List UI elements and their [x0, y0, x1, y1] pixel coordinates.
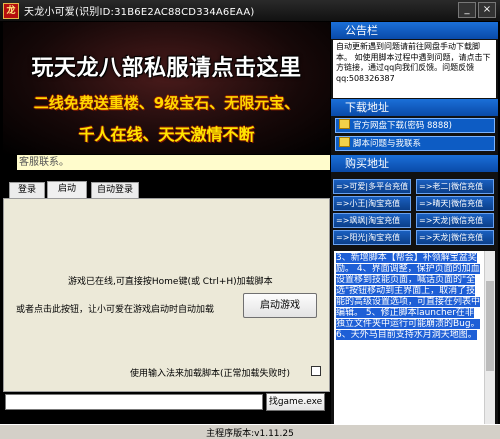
- tab-login[interactable]: 登录: [9, 182, 45, 198]
- launch-panel: 游戏已在线,可直接按Home键(或 Ctrl+H)加载脚本 或者点击此按钮，让小…: [3, 198, 330, 392]
- banner-subline-2: 千人在线、天天激情不断: [78, 125, 255, 144]
- changelog-text: 3、新增脚本【帮会】补领解宝盆奖励。 4、界面调整，保护页面的加血设置移到技能页…: [336, 253, 481, 340]
- scrollbar-thumb[interactable]: [486, 281, 494, 371]
- contact-support-label: 脚本问题与我联系: [353, 139, 422, 149]
- ime-load-checkbox[interactable]: [311, 366, 321, 376]
- tab-strip: 登录 启动 自动登录: [3, 181, 330, 198]
- tianlong-app-icon: 龙: [3, 2, 19, 19]
- notice-text: 自动更新遇到问题请前往网盘手动下载脚本。 如使用脚本过程中遇到问题，请点击下方链…: [333, 40, 496, 98]
- buy-button-yangguang[interactable]: =>阳光|淘宝充值: [333, 230, 411, 245]
- customer-service-link[interactable]: 客服联系。: [17, 155, 330, 170]
- buy-button-xiaowang[interactable]: =>小王|淘宝充值: [333, 196, 411, 211]
- changelog-text-area[interactable]: 3、新增脚本【帮会】补领解宝盆奖励。 4、界面调整，保护页面的加血设置移到技能页…: [334, 251, 484, 424]
- minimize-button[interactable]: _: [458, 2, 476, 18]
- auto-load-hint: 或者点击此按钮，让小可爱在游戏启动时自动加载: [16, 305, 215, 315]
- right-sidebar: 公告栏 自动更新遇到问题请前往网盘手动下载脚本。 如使用脚本过程中遇到问题，请点…: [331, 22, 498, 424]
- tab-auto-login[interactable]: 自动登录: [91, 182, 139, 198]
- buy-button-qingtian[interactable]: =>晴天|微信充值: [416, 196, 494, 211]
- contact-support-link[interactable]: 脚本问题与我联系: [335, 136, 495, 151]
- title-bar: 龙 天龙小可爱(识别ID:31B6E2AC88CD334A6EAA) _ ×: [0, 0, 500, 21]
- version-label: 主程序版本:v1.11.25: [206, 429, 294, 439]
- launch-game-button[interactable]: 启动游戏: [243, 293, 317, 318]
- private-server-banner[interactable]: 玩天龙八部私服请点击这里 二线免费送重楼、9级宝石、无限元宝、 千人在线、天天激…: [3, 22, 330, 154]
- banner-subline-1: 二线免费送重楼、9级宝石、无限元宝、: [33, 94, 300, 112]
- ime-load-label: 使用输入法来加载脚本(正常加载失败时): [130, 369, 291, 379]
- find-game-exe-button[interactable]: 找game.exe: [266, 393, 325, 411]
- buy-button-tianlong-1[interactable]: =>天龙|微信充值: [416, 213, 494, 228]
- window-title: 天龙小可爱(识别ID:31B6E2AC88CD334A6EAA): [24, 7, 255, 18]
- close-button[interactable]: ×: [478, 2, 496, 18]
- folder-icon: [339, 137, 350, 147]
- download-header: 下载地址: [331, 99, 498, 116]
- buy-button-keai[interactable]: =>可爱|多平台充值: [333, 179, 411, 194]
- netdisk-download-label: 官方网盘下载(密码 8888): [353, 121, 452, 131]
- tab-launch[interactable]: 启动: [47, 181, 87, 198]
- notice-header: 公告栏: [331, 22, 498, 39]
- online-hint: 游戏已在线,可直接按Home键(或 Ctrl+H)加载脚本: [68, 277, 273, 287]
- status-bar: 主程序版本:v1.11.25: [0, 424, 500, 439]
- folder-icon: [339, 119, 350, 129]
- progress-bar: [5, 394, 263, 410]
- buy-button-laoer[interactable]: =>老二|微信充值: [416, 179, 494, 194]
- buy-button-sasa[interactable]: =>飒飒|淘宝充值: [333, 213, 411, 228]
- changelog-scrollbar[interactable]: [484, 251, 495, 424]
- buy-button-tianlong-2[interactable]: =>天龙|微信充值: [416, 230, 494, 245]
- netdisk-download-link[interactable]: 官方网盘下载(密码 8888): [335, 118, 495, 133]
- banner-headline: 玩天龙八部私服请点击这里: [31, 55, 302, 81]
- changelog-box: 3、新增脚本【帮会】补领解宝盆奖励。 4、界面调整，保护页面的加血设置移到技能页…: [334, 251, 495, 424]
- buy-header: 购买地址: [331, 155, 498, 172]
